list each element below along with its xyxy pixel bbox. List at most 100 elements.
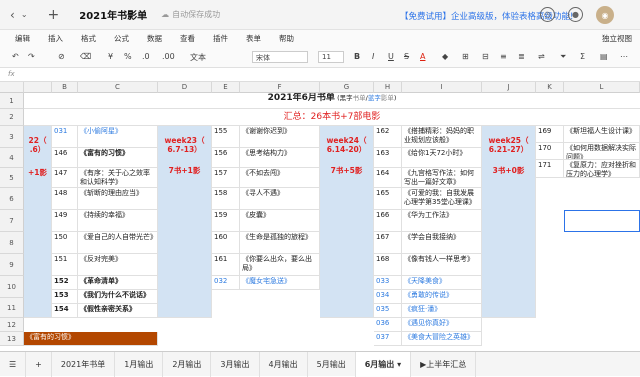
table-cell[interactable]: 156 <box>212 148 240 168</box>
chart-icon[interactable]: ▤ <box>600 52 608 61</box>
table-cell[interactable]: 《给你1天72小时》 <box>402 148 482 168</box>
menu-format[interactable]: 格式 <box>81 33 96 44</box>
table-cell[interactable]: 《革命清单》 <box>78 276 158 290</box>
col-header[interactable]: G <box>320 82 374 93</box>
more-icon[interactable]: ⋯ <box>620 52 628 61</box>
select-all-corner[interactable] <box>0 82 24 93</box>
redo-icon[interactable]: ↷ <box>28 52 35 61</box>
table-cell[interactable]: 146 <box>52 148 78 168</box>
row-header[interactable]: 2 <box>0 109 24 126</box>
font-size-select[interactable]: 11 <box>318 51 344 63</box>
col-header[interactable]: H <box>374 82 402 93</box>
table-cell[interactable]: 《魔女宅急送》 <box>240 276 320 290</box>
table-cell[interactable]: 155 <box>212 126 240 148</box>
history-icon[interactable]: ◷ <box>540 7 555 22</box>
table-cell[interactable]: 035 <box>374 304 402 318</box>
table-cell[interactable]: 037 <box>374 332 402 346</box>
table-cell[interactable]: 168 <box>374 254 402 276</box>
menu-form[interactable]: 表单 <box>246 33 261 44</box>
sheet-list-icon[interactable]: ☰ <box>0 351 27 377</box>
table-cell[interactable]: 036 <box>374 318 402 332</box>
table-cell[interactable]: 147 <box>52 168 78 188</box>
undo-icon[interactable]: ↶ <box>12 52 19 61</box>
align-center-icon[interactable]: ≣ <box>518 52 525 61</box>
table-cell[interactable]: 157 <box>212 168 240 188</box>
row-header[interactable]: 11 <box>0 298 24 318</box>
font-family-select[interactable]: 宋体 <box>252 51 308 63</box>
table-cell[interactable]: 161 <box>212 254 240 276</box>
col-header[interactable]: I <box>402 82 482 93</box>
table-cell[interactable]: 《富有的习惯》 <box>24 332 158 346</box>
table-cell[interactable]: 162 <box>374 126 402 148</box>
row-header[interactable]: 12 <box>0 318 24 332</box>
table-cell[interactable]: 《我们为什么不说话》 <box>78 290 158 304</box>
font-color-icon[interactable]: A <box>420 52 425 61</box>
table-cell[interactable]: 《小偷阿星》 <box>78 126 158 148</box>
table-cell[interactable]: 160 <box>212 232 240 254</box>
tab-jan-output[interactable]: 1月输出 <box>115 351 164 377</box>
table-cell[interactable]: 《斯坦福人生设计课》 <box>564 126 640 143</box>
row-header[interactable]: 9 <box>0 254 24 276</box>
table-cell[interactable]: 《九宫格写作法：如何写出一篇好文章》 <box>402 168 482 188</box>
table-cell[interactable]: 150 <box>52 232 78 254</box>
sum-icon[interactable]: Σ <box>580 52 585 61</box>
table-cell[interactable]: 《美食大冒险之英雄》 <box>402 332 482 346</box>
table-cell[interactable]: 《不如去闯》 <box>240 168 320 188</box>
table-cell[interactable]: 169 <box>536 126 564 143</box>
table-cell[interactable]: 《勇敢的传说》 <box>402 290 482 304</box>
table-cell[interactable]: 《可爱的我：自我发展心理学第35堂心理课》 <box>402 188 482 210</box>
table-cell[interactable]: 《假性亲密关系》 <box>78 304 158 318</box>
menu-data[interactable]: 数据 <box>147 33 162 44</box>
week-23-cell[interactable]: week23（ 6.7-13） 7书+1影 <box>158 126 212 318</box>
borders-icon[interactable]: ⊞ <box>462 52 469 61</box>
col-header[interactable]: C <box>78 82 158 93</box>
percent-button[interactable]: % <box>124 52 132 61</box>
col-header[interactable]: B <box>52 82 78 93</box>
table-cell[interactable]: 《华为工作法》 <box>402 210 482 232</box>
add-icon[interactable]: + <box>48 7 60 23</box>
bold-icon[interactable]: B <box>354 52 360 61</box>
currency-icon[interactable]: ¥ <box>108 52 113 61</box>
tab-feb-output[interactable]: 2月输出 <box>163 351 212 377</box>
table-cell[interactable]: 《皮囊》 <box>240 210 320 232</box>
col-header[interactable]: K <box>536 82 564 93</box>
row-header[interactable]: 5 <box>0 168 24 188</box>
row-header[interactable]: 10 <box>0 276 24 298</box>
table-cell[interactable]: 《生命是孤独的旅程》 <box>240 232 320 254</box>
selected-cell[interactable] <box>564 210 640 232</box>
table-cell[interactable]: 154 <box>52 304 78 318</box>
col-header[interactable]: E <box>212 82 240 93</box>
table-cell[interactable]: 《富有的习惯》 <box>78 148 158 168</box>
tab-apr-output[interactable]: 4月输出 <box>260 351 308 377</box>
underline-icon[interactable]: U <box>388 52 394 61</box>
formula-bar[interactable]: fx <box>0 68 640 82</box>
week-25-cell[interactable]: week25（ 6.21-27） 3书+0影 <box>482 126 536 318</box>
merge-cells-icon[interactable]: ⊟ <box>482 52 489 61</box>
table-cell[interactable]: 《搭捕精彩：妈妈的职业规划应该般》 <box>402 126 482 148</box>
table-cell[interactable]: 《你要么出众，要么出局》 <box>240 254 320 276</box>
table-cell[interactable]: 158 <box>212 188 240 210</box>
wrap-text-icon[interactable]: ⇌ <box>538 52 545 61</box>
table-cell[interactable]: 《斩断的理由应当》 <box>78 188 158 210</box>
table-cell[interactable]: 《爱自己的人自带光芒》 <box>78 232 158 254</box>
table-cell[interactable]: 151 <box>52 254 78 276</box>
table-cell[interactable]: 159 <box>212 210 240 232</box>
filter-icon[interactable]: ⏷ <box>560 52 566 62</box>
row-header[interactable]: 3 <box>0 126 24 148</box>
table-cell[interactable]: 152 <box>52 276 78 290</box>
table-cell[interactable]: 153 <box>52 290 78 304</box>
table-cell[interactable]: 《谢谢你迟到》 <box>240 126 320 148</box>
table-cell[interactable]: 166 <box>374 210 402 232</box>
clear-format-icon[interactable]: ⌫ <box>80 52 91 61</box>
sheet-summary[interactable]: 汇总：26本书+7部电影 <box>24 109 640 126</box>
avatar[interactable]: ◉ <box>596 6 614 24</box>
col-header[interactable]: L <box>564 82 640 93</box>
table-cell[interactable]: 《持续的幸福》 <box>78 210 158 232</box>
row-header[interactable]: 6 <box>0 188 24 210</box>
table-cell[interactable]: 《复原力：应对挫折和压力的心理学》 <box>564 160 640 178</box>
table-cell[interactable]: 167 <box>374 232 402 254</box>
number-format-dropdown[interactable]: 文本 <box>190 52 206 63</box>
table-cell[interactable]: 031 <box>52 126 78 148</box>
dropdown-chevron-icon[interactable]: ⌄ <box>21 10 28 19</box>
col-header-b-partial[interactable] <box>24 82 52 93</box>
